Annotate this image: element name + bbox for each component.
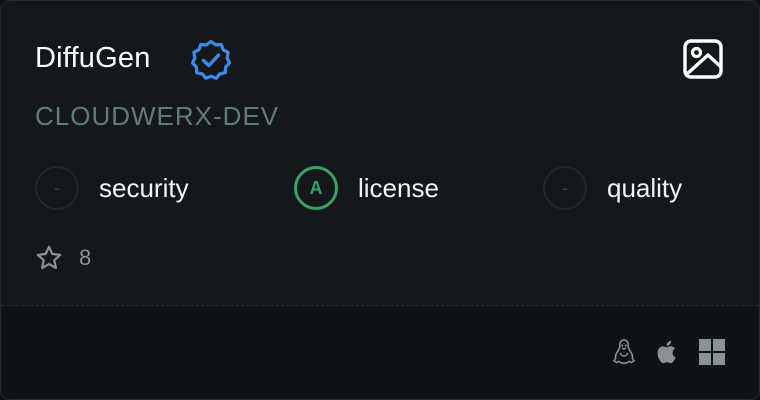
verified-badge-icon [190, 39, 232, 80]
score-label: quality [607, 173, 683, 203]
server-card[interactable]: DiffuGen CLOUDWERX-DEV - security A lice… [0, 0, 760, 400]
grade-circle: - [35, 166, 79, 210]
star-count: 8 [35, 244, 91, 272]
platform-icons [595, 337, 727, 367]
star-count-value: 8 [79, 245, 92, 270]
score-quality: - quality [543, 164, 682, 212]
grade-circle: A [294, 166, 338, 210]
score-label: security [99, 173, 189, 203]
grade-circle: - [543, 166, 587, 210]
score-label: license [358, 173, 439, 203]
score-security: - security [35, 164, 189, 212]
server-title[interactable]: DiffuGen [35, 39, 151, 77]
star-icon [36, 245, 62, 270]
score-license: A license [294, 164, 439, 212]
image-icon[interactable] [682, 38, 724, 80]
publisher-name[interactable]: CLOUDWERX-DEV [35, 99, 279, 133]
apple-icon [657, 340, 676, 364]
windows-icon [699, 339, 725, 365]
linux-icon [613, 339, 635, 364]
